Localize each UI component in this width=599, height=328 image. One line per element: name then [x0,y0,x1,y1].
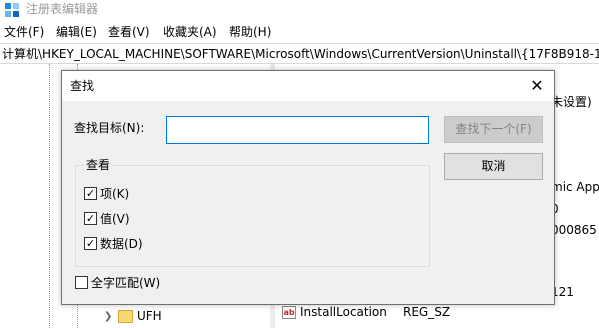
checkbox-check-icon[interactable]: ✓ [84,212,97,225]
find-next-button[interactable]: 查找下一个(F) [444,116,543,143]
menu-bar: 文件(F) 编辑(E) 查看(V) 收藏夹(A) 帮助(H) [0,22,599,42]
folder-icon [118,310,133,323]
checkbox-label: 值(V) [100,212,130,226]
value-type: REG_SZ [403,305,451,319]
menu-favorites[interactable]: 收藏夹(A) [163,24,217,40]
close-icon[interactable]: ✕ [520,71,554,101]
find-what-input[interactable] [166,116,429,144]
look-at-group: 查看 ✓ 项(K) ✓ 值(V) ✓ 数据(D) [75,157,430,267]
value-data-fragment: 000865 ( [551,223,599,237]
tree-item-label: UFH [137,309,162,323]
dialog-titlebar[interactable]: 查找 ✕ [62,71,554,101]
cancel-button[interactable]: 取消 [444,153,543,180]
registry-editor-icon [5,3,19,17]
menu-view[interactable]: 查看(V) [108,24,150,40]
app-title: 注册表编辑器 [26,2,99,16]
checkbox-label: 全字匹配(W) [91,276,161,290]
checkbox-check-icon[interactable]: ✓ [84,237,97,250]
checkbox-label: 项(K) [100,187,130,201]
menu-help[interactable]: 帮助(H) [229,24,271,40]
dialog-title: 查找 [70,79,95,93]
address-bar[interactable]: 计算机\HKEY_LOCAL_MACHINE\SOFTWARE\Microsof… [0,43,599,64]
value-name: InstallLocation [300,305,387,319]
string-value-icon: ab [282,306,296,319]
look-at-group-title: 查看 [84,157,113,173]
tree-guide-line [49,64,50,328]
menu-file[interactable]: 文件(F) [4,24,44,40]
find-dialog: 查找 ✕ 查找目标(N): 查找下一个(F) 取消 查看 ✓ 项(K) ✓ 值(… [61,70,555,305]
checkbox-check-icon[interactable]: ✓ [84,187,97,200]
value-data-fragment: 未设置) [551,95,592,109]
app-titlebar: 注册表编辑器 [0,0,599,20]
menu-edit[interactable]: 编辑(E) [56,24,97,40]
checkbox-label: 数据(D) [100,237,143,251]
registry-value-row[interactable]: ab InstallLocation REG_SZ [282,304,599,322]
checkbox-unchecked-icon[interactable] [75,276,88,289]
address-path: 计算机\HKEY_LOCAL_MACHINE\SOFTWARE\Microsof… [2,47,599,61]
find-what-label: 查找目标(N): [74,121,145,135]
value-data-fragment: mic App [551,180,599,194]
chevron-right-icon[interactable]: ❯ [104,311,112,322]
